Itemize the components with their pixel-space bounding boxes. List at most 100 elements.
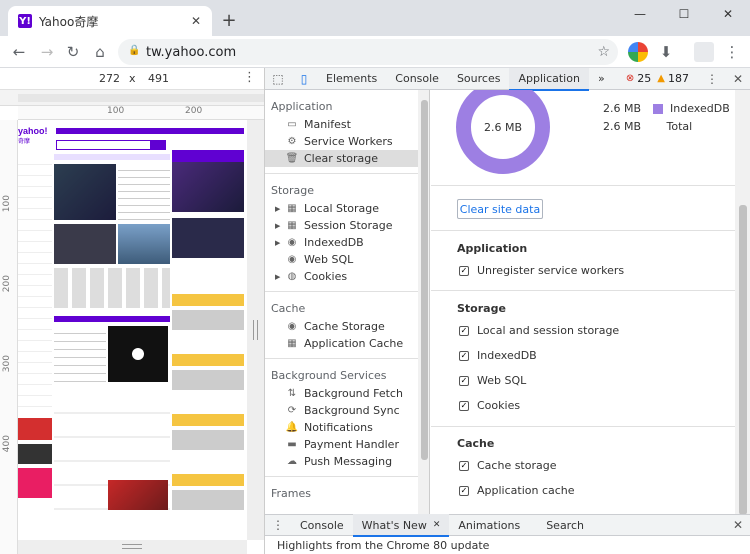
yahoo-headline-list[interactable]	[118, 164, 170, 220]
back-icon[interactable]: ←	[7, 40, 31, 64]
checkbox-checked-icon[interactable]: ✓	[459, 485, 469, 496]
device-width[interactable]: 272	[99, 72, 120, 85]
resize-handle-icon[interactable]	[122, 544, 142, 549]
sidebar-item-background-sync[interactable]: ⟳ Background Sync	[265, 402, 418, 419]
yahoo-product-image[interactable]	[172, 218, 244, 258]
checkbox-checked-icon[interactable]: ✓	[459, 265, 469, 276]
option-cookies[interactable]: ✓ Cookies	[459, 399, 520, 412]
sidebar-item-push-messaging[interactable]: ☁ Push Messaging	[265, 453, 418, 470]
checkbox-checked-icon[interactable]: ✓	[459, 325, 469, 336]
profile-avatar[interactable]	[694, 42, 714, 62]
sidebar-item-service-workers[interactable]: ⚙ Service Workers	[265, 133, 418, 150]
drawer-tab-console[interactable]: Console	[291, 514, 353, 536]
viewport-right-resizer[interactable]	[247, 120, 264, 540]
option-unregister-service-workers[interactable]: ✓ Unregister service workers	[459, 264, 624, 277]
device-options-icon[interactable]: ⋮	[243, 70, 256, 85]
resize-handle-icon[interactable]	[253, 320, 258, 340]
yahoo-search-button[interactable]	[150, 140, 166, 150]
viewport-bottom-resizer[interactable]	[18, 540, 247, 554]
drawer-tab-whats-new[interactable]: What's New ✕	[352, 514, 450, 537]
yahoo-news-thumb[interactable]	[118, 224, 170, 264]
tab-close-icon[interactable]: ✕	[188, 13, 204, 29]
sidebar-item-clear-storage[interactable]: 🗑 Clear storage	[265, 150, 418, 167]
main-scroll-thumb[interactable]	[739, 205, 747, 515]
warning-count[interactable]: 187	[668, 72, 689, 85]
yahoo-ad-banner[interactable]	[172, 150, 244, 162]
sidebar-item-cache-storage[interactable]: ◉ Cache Storage	[265, 318, 418, 335]
media-query-strip[interactable]	[18, 94, 264, 102]
sidebar-item-web-sql[interactable]: ◉ Web SQL	[265, 251, 418, 268]
home-icon[interactable]: ⌂	[88, 40, 112, 64]
sidebar-item-application-cache[interactable]: ▦ Application Cache	[265, 335, 418, 352]
expand-arrow-icon[interactable]: ▶	[275, 273, 285, 281]
reload-icon[interactable]: ↻	[61, 40, 85, 64]
sidebar-scroll-thumb[interactable]	[421, 100, 428, 460]
sidebar-scrollbar[interactable]	[418, 90, 429, 516]
yahoo-hero-image[interactable]	[54, 164, 116, 220]
tab-console[interactable]: Console	[386, 68, 448, 90]
yahoo-feed-thumb[interactable]	[108, 480, 168, 510]
devtools-menu-icon[interactable]: ⋮	[699, 68, 725, 90]
option-application-cache[interactable]: ✓ Application cache	[459, 484, 575, 497]
yahoo-news-thumb[interactable]	[54, 224, 116, 264]
media-query-bar[interactable]	[0, 90, 264, 106]
checkbox-checked-icon[interactable]: ✓	[459, 375, 469, 386]
clear-site-data-button[interactable]: Clear site data	[457, 199, 543, 219]
sidebar-item-manifest[interactable]: ▭ Manifest	[265, 116, 418, 133]
play-icon[interactable]	[132, 348, 144, 360]
expand-arrow-icon[interactable]: ▶	[275, 222, 285, 230]
checkbox-checked-icon[interactable]: ✓	[459, 400, 469, 411]
forward-icon[interactable]: →	[35, 40, 59, 64]
yahoo-promo-image[interactable]	[172, 162, 244, 212]
expand-arrow-icon[interactable]: ▶	[275, 239, 285, 247]
sidebar-item-background-fetch[interactable]: ⇅ Background Fetch	[265, 385, 418, 402]
window-close-icon[interactable]: ✕	[706, 0, 750, 28]
checkbox-checked-icon[interactable]: ✓	[459, 460, 469, 471]
yahoo-shopping-strip[interactable]	[54, 268, 170, 308]
chrome-menu-icon[interactable]: ⋮	[720, 40, 744, 64]
emulated-viewport[interactable]: yahoo! 奇摩	[18, 120, 247, 540]
option-indexeddb[interactable]: ✓ IndexedDB	[459, 349, 537, 362]
download-icon[interactable]: ⬇	[654, 40, 678, 64]
devtools-close-icon[interactable]: ✕	[725, 68, 750, 90]
browser-tab[interactable]: Y! Yahoo奇摩 ✕	[8, 6, 212, 36]
yahoo-right-column[interactable]	[172, 270, 244, 530]
yahoo-article-list[interactable]	[54, 326, 106, 382]
device-height[interactable]: 491	[148, 72, 169, 85]
address-bar[interactable]: 🔒 tw.yahoo.com ☆	[118, 39, 618, 65]
yahoo-side-ad[interactable]	[18, 468, 52, 498]
yahoo-video-player[interactable]	[108, 326, 168, 382]
option-web-sql[interactable]: ✓ Web SQL	[459, 374, 526, 387]
drawer-tab-close-icon[interactable]: ✕	[433, 520, 441, 530]
sidebar-item-session-storage[interactable]: ▶ ▦ Session Storage	[265, 217, 418, 234]
drawer-tab-animations[interactable]: Animations	[449, 514, 529, 536]
option-cache-storage[interactable]: ✓ Cache storage	[459, 459, 557, 472]
sidebar-item-payment-handler[interactable]: ▬ Payment Handler	[265, 436, 418, 453]
bookmark-star-icon[interactable]: ☆	[597, 44, 610, 60]
tab-elements[interactable]: Elements	[317, 68, 386, 90]
new-tab-button[interactable]: +	[219, 10, 239, 31]
main-scrollbar[interactable]	[735, 90, 750, 516]
tab-application[interactable]: Application	[509, 67, 590, 91]
device-toggle-icon[interactable]: ▯	[291, 68, 317, 90]
drawer-tab-search[interactable]: Search	[537, 514, 593, 536]
extension-colorful-icon[interactable]	[628, 42, 648, 62]
drawer-menu-icon[interactable]: ⋮	[265, 514, 291, 536]
option-local-session-storage[interactable]: ✓ Local and session storage	[459, 324, 619, 337]
yahoo-left-nav[interactable]	[18, 154, 52, 414]
yahoo-side-ad[interactable]	[18, 444, 52, 464]
yahoo-side-ad[interactable]	[18, 418, 52, 440]
sidebar-item-local-storage[interactable]: ▶ ▦ Local Storage	[265, 200, 418, 217]
sidebar-item-cookies[interactable]: ▶ ◍ Cookies	[265, 268, 418, 285]
sidebar-item-notifications[interactable]: 🔔 Notifications	[265, 419, 418, 436]
sidebar-item-indexeddb[interactable]: ▶ ◉ IndexedDB	[265, 234, 418, 251]
inspect-element-icon[interactable]: ⬚	[265, 68, 291, 90]
error-count[interactable]: 25	[637, 72, 651, 85]
yahoo-logo[interactable]: yahoo! 奇摩	[18, 126, 54, 146]
checkbox-checked-icon[interactable]: ✓	[459, 350, 469, 361]
yahoo-nav-bar[interactable]	[56, 128, 244, 134]
tab-sources[interactable]: Sources	[448, 68, 510, 90]
expand-arrow-icon[interactable]: ▶	[275, 205, 285, 213]
maximize-icon[interactable]: ☐	[662, 0, 706, 28]
minimize-icon[interactable]: —	[618, 0, 662, 28]
